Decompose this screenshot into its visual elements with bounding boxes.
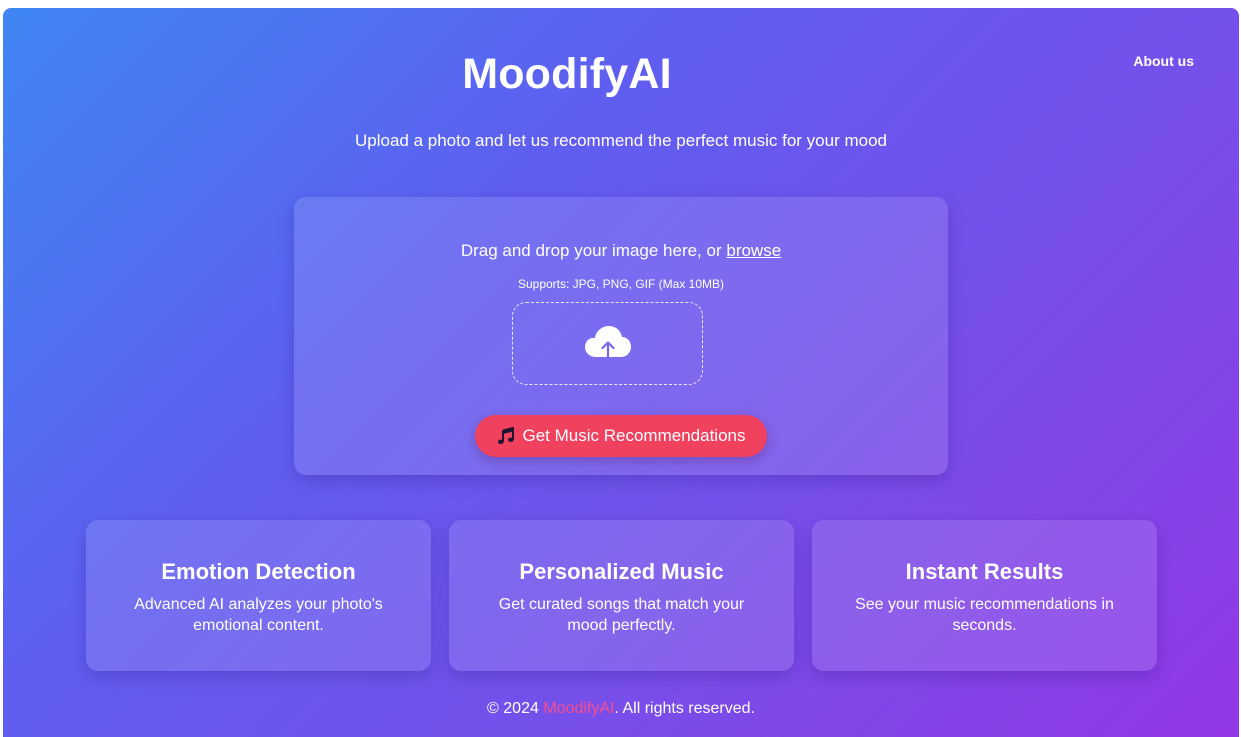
supported-formats: Supports: JPG, PNG, GIF (Max 10MB): [517, 277, 725, 291]
footer-copyright: © 2024: [487, 700, 539, 717]
footer-brand: MoodifyAI: [543, 700, 615, 717]
feature-description: Advanced AI analyzes your photo's emotio…: [134, 596, 383, 634]
music-note-icon: [497, 427, 514, 444]
upload-card: Drag and drop your image here, or browse…: [294, 197, 948, 475]
app-container: About us MoodifyAI Upload a photo and le…: [3, 8, 1239, 737]
feature-title: Instant Results: [905, 559, 1064, 584]
page-title: MoodifyAI: [462, 50, 672, 98]
footer: © 2024 MoodifyAI. All rights reserved.: [3, 700, 1239, 718]
feature-title: Personalized Music: [519, 559, 724, 584]
feature-description: Get curated songs that match your mood p…: [498, 596, 745, 634]
get-recommendations-label: Get Music Recommendations: [522, 426, 746, 445]
image-dropzone[interactable]: [512, 302, 703, 385]
cloud-upload-icon: [585, 326, 631, 361]
feature-description: See your music recommendations in second…: [855, 596, 1114, 634]
feature-title: Emotion Detection: [161, 559, 356, 584]
feature-card-emotion-detection: Emotion Detection Advanced AI analyzes y…: [86, 520, 431, 671]
about-us-link[interactable]: About us: [1133, 53, 1194, 69]
page-subtitle: Upload a photo and let us recommend the …: [354, 131, 887, 150]
browse-link[interactable]: browse: [726, 241, 781, 260]
drop-instructions: Drag and drop your image here, or browse: [294, 241, 948, 261]
feature-card-instant-results: Instant Results See your music recommend…: [812, 520, 1157, 671]
get-recommendations-button[interactable]: Get Music Recommendations: [475, 415, 767, 457]
feature-card-personalized-music: Personalized Music Get curated songs tha…: [449, 520, 794, 671]
footer-rights: . All rights reserved.: [614, 700, 755, 717]
drop-text: Drag and drop your image here, or: [460, 241, 722, 260]
